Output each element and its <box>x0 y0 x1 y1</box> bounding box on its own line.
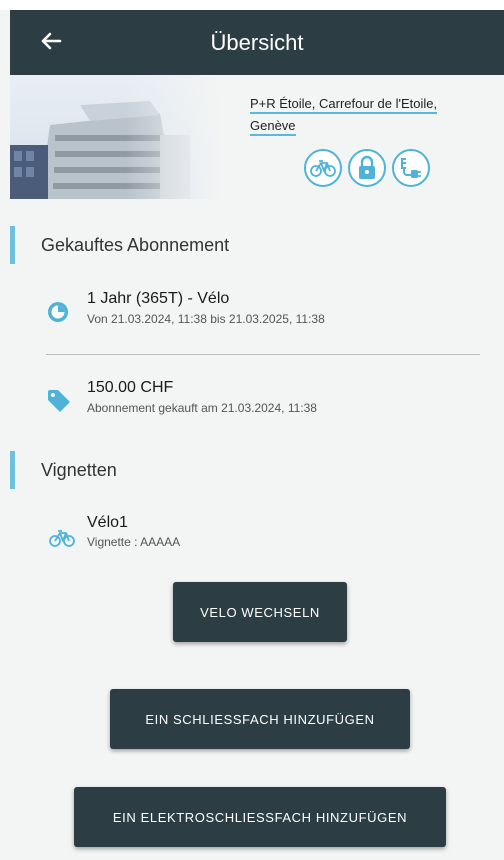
location-card: P+R Étoile, Carrefour de l'Etoile, Genèv… <box>10 75 504 199</box>
lock-icon <box>348 149 386 187</box>
address-line-1: P+R Étoile, Carrefour de l'Etoile, <box>250 96 438 114</box>
vignette-item[interactable]: Vélo1 Vignette : AAAAA <box>87 514 180 549</box>
parking-photo <box>10 75 220 199</box>
amenity-icons <box>304 149 430 187</box>
address-line-2: Genève <box>250 118 296 136</box>
location-address[interactable]: P+R Étoile, Carrefour de l'Etoile, Genèv… <box>250 93 500 137</box>
ev-plug-icon <box>392 149 430 187</box>
page-title: Übersicht <box>210 30 304 55</box>
vignette-detail: Vignette : AAAAA <box>87 535 181 549</box>
bicycle-icon <box>304 149 342 187</box>
add-locker-button[interactable]: EIN SCHLIESSFACH HINZUFÜGEN <box>110 689 410 749</box>
clock-icon <box>46 300 70 329</box>
vignette-name: Vélo1 <box>87 514 128 531</box>
price-tag-icon <box>46 388 72 419</box>
section-accent-bar <box>10 451 15 489</box>
price-item: 150.00 CHF Abonnement gekauft am 21.03.2… <box>87 379 317 415</box>
section-accent-bar <box>10 226 15 264</box>
plan-period: Von 21.03.2024, 11:38 bis 21.03.2025, 11… <box>87 312 325 326</box>
bicycle-icon <box>48 528 76 553</box>
plan-item: 1 Jahr (365T) - Vélo Von 21.03.2024, 11:… <box>87 290 325 326</box>
divider <box>46 354 480 355</box>
plan-title: 1 Jahr (365T) - Vélo <box>87 290 230 307</box>
vignettes-section-title: Vignetten <box>41 459 117 480</box>
subscription-section-title: Gekauftes Abonnement <box>41 234 230 255</box>
subscription-section-header: Gekauftes Abonnement <box>10 226 229 264</box>
purchase-date: Abonnement gekauft am 21.03.2024, 11:38 <box>87 401 317 415</box>
vignettes-section-header: Vignetten <box>10 451 117 489</box>
change-bike-button[interactable]: VELO WECHSELN <box>173 582 347 642</box>
price-value: 150.00 CHF <box>87 379 174 396</box>
add-e-locker-button[interactable]: EIN ELEKTROSCHLIESSFACH HINZUFÜGEN <box>74 787 446 847</box>
status-strip <box>0 0 504 10</box>
app-header: Übersicht <box>10 10 504 75</box>
